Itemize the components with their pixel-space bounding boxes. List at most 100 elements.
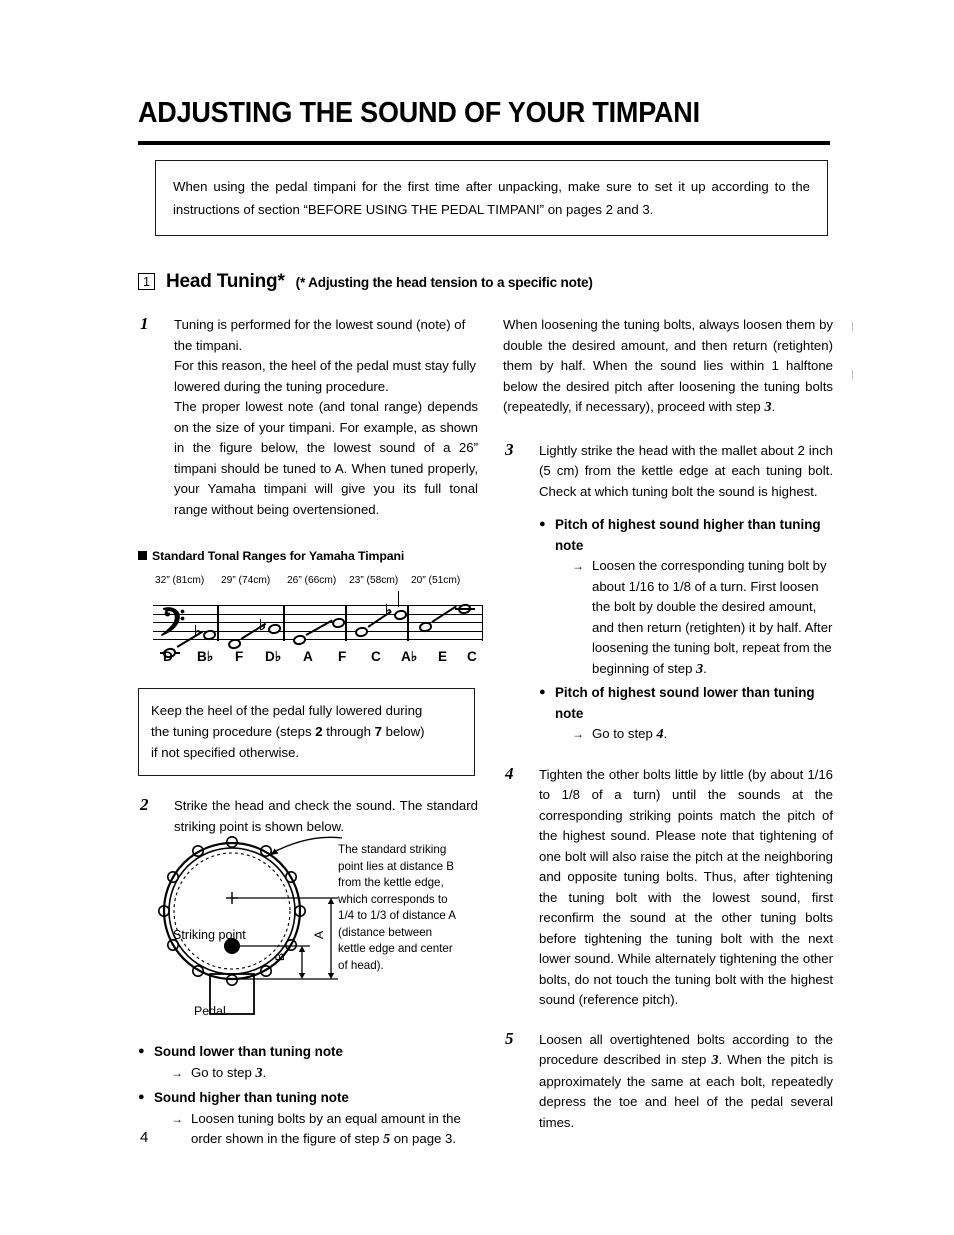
continuation-text: When loosening the tuning bolts, always … — [503, 317, 833, 414]
bullet-pitch-higher-action: Loosen the corresponding tuning bolt by … — [555, 556, 833, 680]
step-3: 3 Lightly strike the head with the malle… — [503, 439, 833, 746]
bullet-sound-lower-heading: Sound lower than tuning note — [154, 1044, 343, 1059]
figure-heading: Standard Tonal Ranges for Yamaha Timpani — [138, 549, 404, 563]
page-title-wrap: ADJUSTING THE SOUND OF YOUR TIMPANI — [138, 96, 830, 130]
scan-edge-mark-1 — [852, 322, 853, 331]
section-title: Head Tuning* — [166, 271, 285, 292]
staff-size-labels: 32” (81cm) 29” (74cm) 26” (66cm) 23” (58… — [153, 575, 483, 591]
bullet-higher-post: on page 3. — [390, 1131, 457, 1146]
dimension-a-label: A — [312, 930, 327, 940]
step-2-paragraph: Strike the head and check the sound. The… — [174, 798, 478, 834]
note-name-2: F — [235, 649, 244, 664]
right-column: When loosening the tuning bolts, always … — [503, 315, 833, 1137]
pitch-lower-stepnum: 4 — [656, 727, 664, 742]
bullet-higher-stepnum: 5 — [383, 1132, 391, 1147]
step-2: 2 Strike the head and check the sound. T… — [138, 795, 478, 837]
keep-heel-line-2a: the tuning procedure (steps — [151, 724, 316, 739]
continuation-paragraph: When loosening the tuning bolts, always … — [503, 315, 833, 419]
note-name-0: D — [163, 649, 173, 664]
note-name-6: C — [371, 649, 381, 664]
page-title: ADJUSTING THE SOUND OF YOUR TIMPANI — [138, 97, 700, 129]
left-column-bullets: Sound lower than tuning note Go to step … — [138, 1040, 478, 1151]
intro-note-box: When using the pedal timpani for the fir… — [155, 160, 828, 236]
bullet-sound-lower-action: Go to step 3. — [154, 1063, 478, 1085]
bullet-lower-pre: Go to step — [191, 1064, 256, 1080]
note-f-26 — [331, 616, 346, 629]
ledger-line-c20 — [455, 608, 475, 610]
step-1-paragraph-2: For this reason, the heel of the pedal m… — [174, 358, 477, 394]
title-rule — [138, 141, 830, 145]
step-3-bullet-1: Pitch of highest sound higher than tunin… — [539, 514, 833, 680]
left-column: 1 Tuning is performed for the lowest sou… — [138, 314, 478, 524]
note-name-5: F — [338, 649, 347, 664]
flat-ab-23: ♭ — [385, 602, 393, 619]
pitch-higher-pre: Loosen the corresponding tuning bolt by … — [592, 558, 833, 676]
step-5-paragraph: Loosen all overtightened bolts according… — [539, 1030, 833, 1134]
note-name-4: A — [303, 649, 313, 664]
size-label-29: 29” (74cm) — [221, 575, 271, 586]
flat-db-29: ♭ — [259, 617, 267, 634]
bullet-pitch-higher-heading: Pitch of highest sound higher than tunin… — [555, 517, 821, 553]
step-4: 4 Tighten the other bolts little by litt… — [503, 763, 833, 1011]
pitch-lower-pre: Go to step — [592, 726, 657, 741]
bullet-sound-higher: Sound higher than tuning note Loosen tun… — [138, 1087, 478, 1151]
step-3-paragraph: Lightly strike the head with the mallet … — [539, 442, 833, 499]
bullet-pitch-lower-action: Go to step 4. — [555, 724, 833, 746]
size-label-23: 23” (58cm) — [349, 575, 399, 586]
striking-point-label: Striking point — [173, 928, 246, 942]
step-3-number: 3 — [505, 439, 514, 459]
barline-2 — [283, 605, 285, 641]
bullet-group-lower: Sound lower than tuning note Go to step … — [138, 1041, 478, 1085]
size-label-26: 26” (66cm) — [287, 575, 337, 586]
pitch-higher-post: . — [703, 660, 707, 676]
flat-bb-32: ♭ — [194, 623, 202, 640]
step-4-paragraph: Tighten the other bolts little by little… — [539, 766, 833, 1008]
step-5-number: 5 — [505, 1028, 514, 1048]
step-1-paragraph-1: Tuning is performed for the lowest sound… — [174, 317, 466, 353]
square-bullet-icon — [138, 551, 147, 560]
note-db-29 — [267, 622, 282, 635]
tonal-range-staff-figure: 32” (81cm) 29” (74cm) 26” (66cm) 23” (58… — [153, 575, 484, 670]
step-4-number: 4 — [505, 763, 514, 783]
scan-edge-mark-2 — [852, 370, 853, 379]
step-3-bullet-2: Pitch of highest sound lower than tuning… — [539, 682, 833, 746]
staff-line-5 — [153, 605, 483, 607]
keep-heel-line-2b: through — [322, 724, 375, 739]
note-name-3: D♭ — [265, 649, 282, 664]
page-number: 4 — [140, 1129, 149, 1146]
note-ab-23 — [393, 608, 408, 621]
continuation-end: . — [771, 399, 776, 414]
bullet-pitch-lower-heading: Pitch of highest sound lower than tuning… — [555, 685, 815, 721]
bullet-lower-stepnum: 3 — [255, 1065, 263, 1081]
stem-ab-23 — [398, 591, 400, 607]
music-staff: ♭ ♭ ♭ — [153, 591, 484, 659]
size-label-20: 20” (51cm) — [411, 575, 461, 586]
bullet-pitch-lower: Pitch of highest sound lower than tuning… — [539, 682, 833, 746]
section-number-box: 1 — [138, 273, 155, 290]
note-name-8: E — [438, 649, 448, 664]
barline-1 — [217, 605, 219, 641]
bullet-group-higher: Sound higher than tuning note Loosen tun… — [138, 1087, 478, 1151]
document-page: ADJUSTING THE SOUND OF YOUR TIMPANI When… — [0, 0, 954, 1235]
keep-heel-line-3: if not specified otherwise. — [151, 745, 300, 760]
step-1-number: 1 — [140, 314, 149, 333]
bullet-pitch-higher: Pitch of highest sound higher than tunin… — [539, 514, 833, 680]
step-5: 5 Loosen all overtightened bolts accordi… — [503, 1028, 833, 1134]
bullet-sound-lower: Sound lower than tuning note Go to step … — [138, 1041, 478, 1085]
staff-note-names: D B♭ F D♭ A F C A♭ E C — [153, 649, 483, 667]
staff-line-4 — [153, 613, 483, 615]
keep-heel-step-num-1: 2 — [315, 724, 323, 739]
step-2-number: 2 — [140, 795, 149, 814]
dimension-b-label: B — [273, 952, 288, 962]
note-f-29 — [227, 637, 242, 650]
note-name-1: B♭ — [197, 649, 214, 664]
figure-heading-text: Standard Tonal Ranges for Yamaha Timpani — [152, 549, 405, 563]
section-heading: 1 Head Tuning* (* Adjusting the head ten… — [138, 271, 593, 293]
timpani-striking-point-figure: Striking point A B Pedal The standard st… — [150, 836, 490, 1021]
pedal-label: Pedal — [194, 1004, 226, 1018]
barline-3 — [345, 605, 347, 641]
keep-heel-box: Keep the heel of the pedal fully lowered… — [138, 688, 475, 776]
keep-heel-line-1: Keep the heel of the pedal fully lowered… — [151, 703, 423, 718]
size-label-32: 32” (81cm) — [155, 575, 205, 586]
note-c-23 — [354, 625, 369, 638]
